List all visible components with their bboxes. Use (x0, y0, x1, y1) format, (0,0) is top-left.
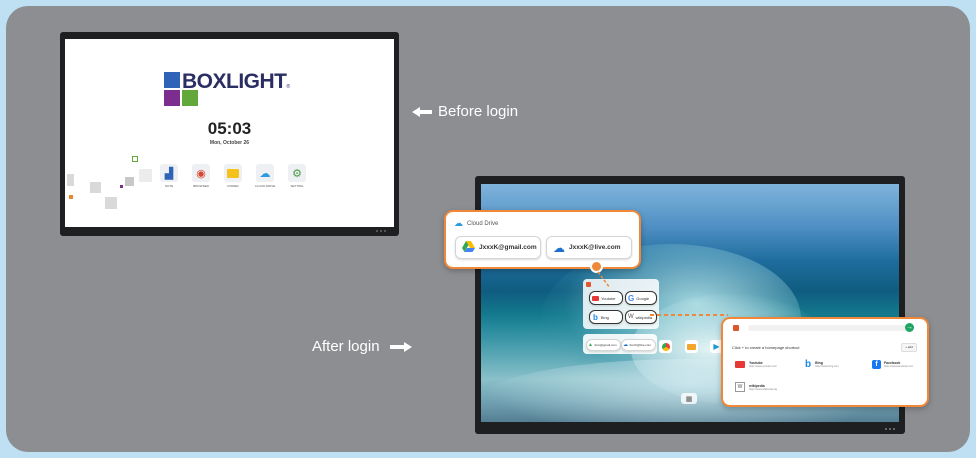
google-drive-icon (462, 239, 475, 257)
app-setting[interactable]: ⚙ SETTING (286, 164, 308, 188)
bing-icon: b (805, 358, 812, 370)
apps-button[interactable]: ▦ (681, 393, 697, 404)
go-icon[interactable]: → (905, 323, 914, 332)
arrow-left-icon (412, 104, 432, 121)
dock-files[interactable] (685, 340, 698, 353)
account-google[interactable]: ▲ Jxxx@gmail.com (586, 339, 621, 351)
drive-icon: ▲ (588, 342, 593, 348)
browser-icon: ◉ (192, 164, 210, 182)
onedrive-icon: ☁ (623, 342, 628, 348)
decor-square (139, 169, 152, 182)
app-browser[interactable]: ◉ BROWSER (190, 164, 212, 188)
youtube-icon (592, 295, 599, 301)
display-bezel-bottom (885, 428, 901, 432)
wikipedia-icon: W (628, 314, 634, 320)
arrow-right-icon (389, 339, 412, 356)
cloud-drive-card: ☁ Cloud Drive JxxxK@gmail.com ☁ JxxxK@li… (444, 210, 641, 269)
app-cloud-drive[interactable]: ☁ CLOUD DRIVE (254, 164, 276, 188)
decor-square (132, 156, 138, 162)
tile-bing[interactable]: b Bing (589, 310, 623, 324)
folder-icon (224, 164, 242, 182)
note-icon: ▟ (160, 164, 178, 182)
youtube-icon (735, 360, 745, 368)
account-microsoft[interactable]: ☁ JxxxK@live.com (621, 339, 656, 351)
homepage-prompt: Click + to create a homepage shortcut (732, 345, 800, 350)
add-shortcut-button[interactable]: + add (901, 343, 917, 352)
shortcut-youtube[interactable]: Youtube https://www.youtube.com (731, 356, 787, 372)
before-login-label: Before login (412, 103, 518, 121)
dock-browser[interactable] (659, 340, 672, 353)
decor-square (90, 182, 101, 193)
display-bezel-bottom (60, 227, 399, 236)
decor-square (105, 197, 117, 209)
clock-date: Mon, October 26 (209, 140, 250, 146)
decor-square (125, 177, 134, 186)
cloud-account-google[interactable]: JxxxK@gmail.com (455, 236, 541, 259)
connector-line (594, 268, 611, 289)
address-bar[interactable] (748, 325, 908, 331)
browser-icon (733, 325, 739, 331)
app-note[interactable]: ▟ NOTE (158, 164, 180, 188)
decor-square (120, 185, 123, 188)
cloud-account-onedrive[interactable]: ☁ JxxxK@live.com (546, 236, 632, 259)
display-before-login: BOXLIGHT® 05:03 Mon, October 26 ▟ NOTE ◉… (60, 32, 399, 236)
tile-youtube[interactable]: Youtube (589, 291, 623, 305)
cloud-drive-title: Cloud Drive (467, 220, 499, 227)
cloud-icon: ☁ (256, 164, 274, 182)
cloud-icon: ☁ (454, 218, 463, 228)
browser-icon (586, 282, 591, 287)
chrome-icon (661, 342, 670, 351)
folder-icon (687, 343, 696, 350)
google-icon: G (628, 293, 635, 303)
clock-time: 05:03 (207, 119, 252, 138)
play-icon: ▶ (713, 342, 720, 351)
settings-icon: ⚙ (288, 164, 306, 182)
shortcut-wikipedia[interactable]: W wikipedia https://www.wikipedia.org (731, 379, 787, 395)
bing-icon: b (593, 312, 598, 322)
after-login-label: After login (312, 338, 412, 356)
lock-screen: BOXLIGHT® 05:03 Mon, October 26 ▟ NOTE ◉… (65, 39, 394, 227)
shortcut-bing[interactable]: b Bing https://www.bing.com (801, 356, 849, 372)
connector-line (650, 314, 728, 316)
wikipedia-icon: W (735, 382, 745, 392)
grid-icon: ▦ (685, 395, 693, 403)
facebook-icon: f (872, 359, 881, 369)
app-finder[interactable]: FINDER (222, 164, 244, 188)
shortcut-facebook[interactable]: f Facebook https://www.facebook.com (869, 356, 919, 372)
onedrive-icon: ☁ (553, 240, 565, 255)
tile-google[interactable]: G Google (625, 291, 657, 305)
homepage-card: → Click + to create a homepage shortcut … (721, 317, 929, 407)
decor-square (67, 174, 74, 186)
account-strip: ▲ Jxxx@gmail.com ☁ JxxxK@live.com (583, 334, 657, 354)
decor-square (69, 195, 73, 199)
